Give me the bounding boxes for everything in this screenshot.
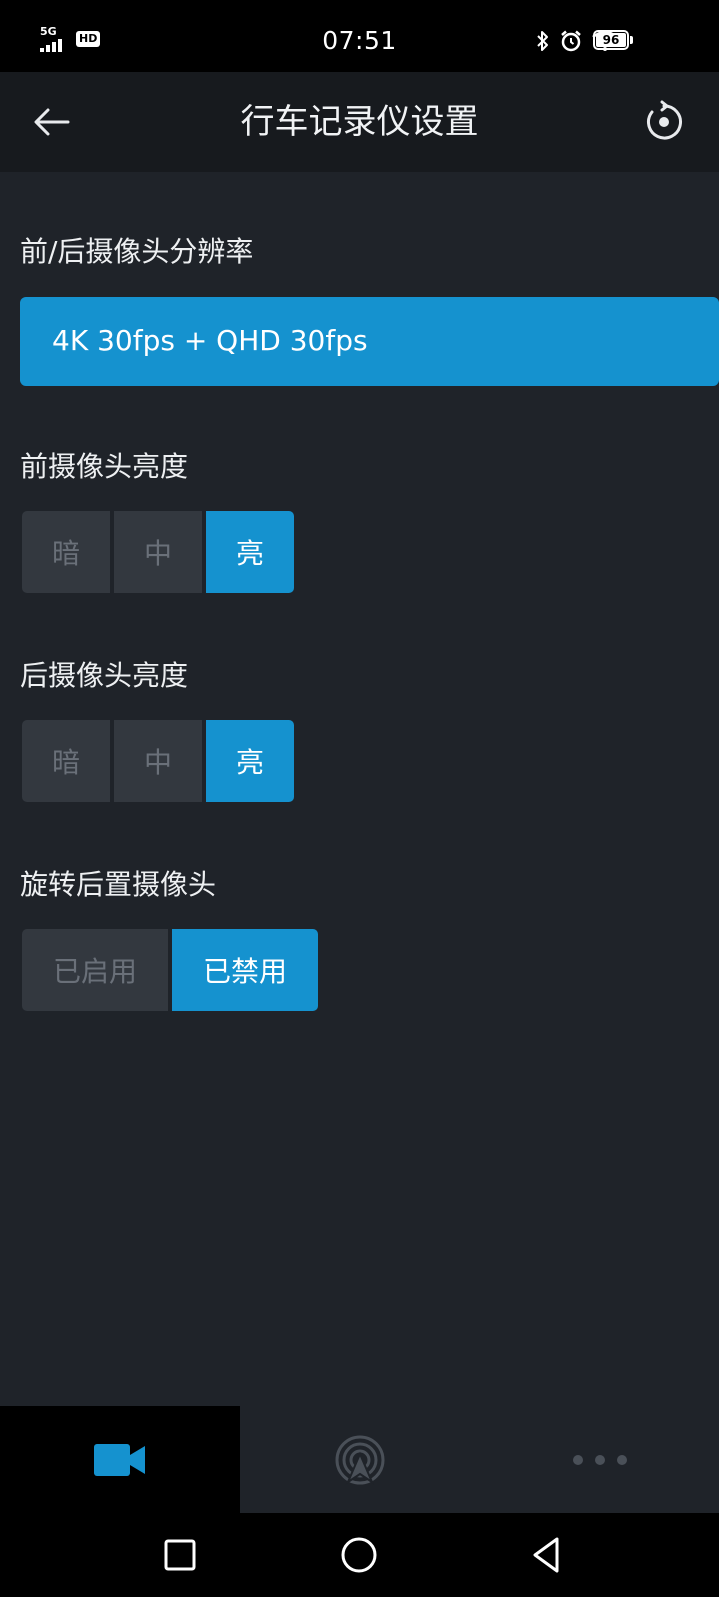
tab-dashcam[interactable]: [0, 1406, 240, 1513]
broadcast-location-icon: [335, 1435, 385, 1485]
rotate-rear-disabled-option[interactable]: 已禁用: [172, 929, 318, 1011]
rear-brightness-dark-option[interactable]: 暗: [22, 720, 110, 802]
tab-location[interactable]: [240, 1406, 480, 1513]
front-brightness-segmented: 暗 中 亮: [22, 511, 294, 593]
rotate-rear-label: 旋转后置摄像头: [20, 868, 217, 901]
recent-apps-icon: [164, 1539, 196, 1571]
home-icon: [341, 1537, 377, 1573]
bluetooth-icon: [535, 29, 551, 53]
rear-brightness-label: 后摄像头亮度: [20, 659, 189, 692]
front-brightness-medium-option[interactable]: 中: [114, 511, 202, 593]
back-triangle-icon: [533, 1537, 559, 1573]
front-brightness-dark-option[interactable]: 暗: [22, 511, 110, 593]
recent-apps-button[interactable]: [158, 1533, 202, 1577]
video-camera-icon: [94, 1443, 145, 1476]
system-nav-bar: [0, 1513, 719, 1597]
resolution-label: 前/后摄像头分辨率: [20, 235, 254, 268]
dashcam-settings-screen: 5G HD 07:51 96 行车记录仪设置 前/后摄像头分辨率 4K 30fp…: [0, 0, 719, 1597]
rear-brightness-bright-option[interactable]: 亮: [206, 720, 294, 802]
home-button[interactable]: [337, 1533, 381, 1577]
status-bar: 5G HD 07:51 96: [0, 0, 719, 72]
alarm-icon: [559, 29, 583, 53]
reset-button[interactable]: [642, 100, 686, 144]
system-back-button[interactable]: [525, 1533, 569, 1577]
front-brightness-bright-option[interactable]: 亮: [206, 511, 294, 593]
tab-more[interactable]: [480, 1406, 719, 1513]
more-dots-icon: [572, 1454, 627, 1465]
battery-icon: 96: [593, 30, 633, 50]
rotate-rear-enabled-option[interactable]: 已启用: [22, 929, 168, 1011]
rear-brightness-medium-option[interactable]: 中: [114, 720, 202, 802]
battery-level: 96: [602, 33, 620, 47]
resolution-value: 4K 30fps + QHD 30fps: [52, 324, 368, 357]
resolution-select[interactable]: 4K 30fps + QHD 30fps: [20, 297, 719, 386]
reset-icon: [647, 100, 682, 140]
bottom-nav: [0, 1406, 719, 1513]
rotate-rear-segmented: 已启用 已禁用: [22, 929, 318, 1011]
app-header: 行车记录仪设置: [0, 72, 719, 172]
rear-brightness-segmented: 暗 中 亮: [22, 720, 294, 802]
page-title: 行车记录仪设置: [240, 102, 479, 142]
front-brightness-label: 前摄像头亮度: [20, 450, 189, 483]
